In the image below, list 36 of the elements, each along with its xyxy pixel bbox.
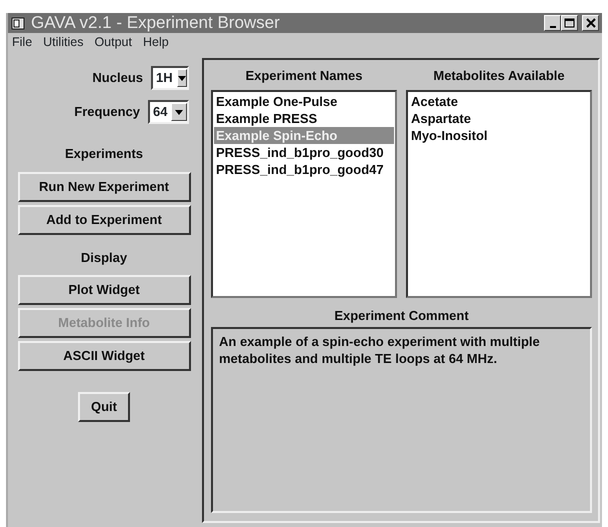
close-button[interactable] (582, 15, 599, 31)
menu-item[interactable]: Utilities (43, 33, 84, 52)
section-heading: Display (80, 248, 128, 267)
menu-item[interactable]: Output (94, 33, 132, 52)
list-item[interactable]: Myo-Inositol (409, 126, 589, 144)
sidebar-button[interactable]: Plot Widget (18, 275, 190, 305)
minimize-icon (550, 26, 556, 28)
list-heading: Metabolites Available (433, 67, 565, 85)
window-title: GAVA v2.1 - Experiment Browser (31, 13, 281, 33)
comment-text: An example of a spin-echo experiment with multiple metabolites and multiple TE loops at 64 MHz. (211, 327, 592, 513)
maximize-icon (564, 18, 575, 28)
sidebar-button[interactable]: Run New Experiment (18, 172, 190, 202)
list-heading: Experiment Names (245, 67, 363, 85)
quit-button[interactable]: Quit (78, 392, 130, 422)
list-item[interactable]: PRESS_ind_b1pro_good47 (214, 160, 394, 178)
list-item[interactable]: Aspartate (409, 110, 589, 126)
list-item[interactable]: Acetate (409, 92, 589, 110)
minimize-button[interactable] (544, 15, 561, 31)
sidebar-button[interactable]: ASCII Widget (18, 341, 190, 371)
section-heading: Experiments (64, 145, 144, 163)
dropdown-arrow-icon (178, 76, 186, 80)
list-item[interactable]: Example One-Pulse (214, 92, 394, 110)
app-icon (11, 16, 25, 30)
sidebar-button[interactable]: Add to Experiment (18, 204, 190, 234)
list-item[interactable]: PRESS_ind_b1pro_good30 (214, 144, 394, 160)
maximize-button[interactable] (561, 15, 578, 31)
section-heading: Experiment Comment (334, 306, 469, 325)
dropdown[interactable]: 64 (148, 100, 189, 124)
list-item[interactable]: Example PRESS (214, 110, 394, 126)
menu-item[interactable]: File (12, 33, 32, 52)
field-label: Nucleus (92, 69, 143, 88)
dropdown[interactable]: 1H (151, 66, 189, 90)
menu-item[interactable]: Help (142, 33, 169, 52)
field-label: Frequency (74, 103, 140, 122)
dropdown-arrow-icon (175, 110, 184, 114)
close-icon (586, 18, 596, 28)
